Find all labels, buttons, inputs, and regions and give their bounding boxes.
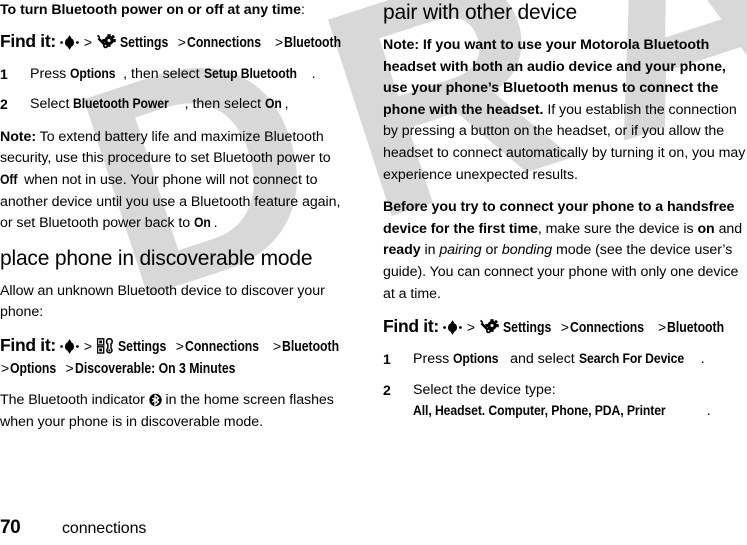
crumb-settings[interactable]: Settings bbox=[118, 337, 166, 358]
body-text: . bbox=[700, 351, 705, 368]
bluetooth-indicator-icon bbox=[148, 393, 162, 407]
crumb-separator: > bbox=[275, 33, 284, 50]
step-text: Press Options and select Search For Devi… bbox=[413, 349, 746, 371]
body-text: . bbox=[706, 403, 711, 420]
findit-label: Find it: bbox=[0, 334, 56, 355]
step-number: 2 bbox=[383, 381, 391, 398]
body-text: . bbox=[213, 215, 218, 232]
steps-list-right: 1 Press Options and select Search For De… bbox=[383, 349, 746, 423]
step-item: 1 Press Options , then select Setup Bluet… bbox=[0, 64, 353, 86]
body-text: , bbox=[284, 96, 289, 113]
emphasis-text: Note: bbox=[0, 128, 37, 145]
emphasis-text: ready bbox=[383, 242, 421, 259]
note-paragraph-right: Note: If you want to use your Motorola B… bbox=[383, 35, 746, 186]
crumb-separator: > bbox=[83, 33, 93, 50]
body-text: or bbox=[481, 242, 502, 259]
crumb-separator: > bbox=[65, 359, 74, 376]
ui-string[interactable]: Options bbox=[453, 349, 499, 371]
findit-line-1: Find it: > Settings >Connections >Blueto… bbox=[0, 31, 353, 54]
crumb-separator: > bbox=[466, 319, 476, 336]
crumb-bluetooth[interactable]: Bluetooth bbox=[284, 33, 341, 54]
crumb-bluetooth[interactable]: Bluetooth bbox=[282, 337, 339, 358]
step-number: 1 bbox=[0, 65, 8, 82]
discoverable-closing-paragraph: The Bluetooth indicator in the home scre… bbox=[0, 390, 353, 433]
ui-string[interactable]: On bbox=[194, 213, 211, 235]
settings-wrench-gear-icon bbox=[96, 33, 116, 50]
step-text: Press Options , then select Setup Bluetoo… bbox=[30, 64, 353, 86]
step-number: 1 bbox=[383, 351, 391, 368]
crumb-separator: > bbox=[560, 319, 569, 336]
crumb-separator: > bbox=[83, 337, 93, 354]
joystick-center-key-icon bbox=[60, 339, 79, 354]
crumb-connections[interactable]: Connections bbox=[187, 33, 261, 54]
body-text: To extend battery life and maximize Blue… bbox=[0, 128, 331, 167]
section-heading-pair: pair with other device bbox=[383, 1, 578, 24]
settings-box-wrench-icon bbox=[96, 337, 114, 354]
body-text: Select the device type: bbox=[413, 381, 556, 398]
ui-string[interactable]: Search For Device bbox=[579, 349, 684, 371]
joystick-center-key-icon bbox=[443, 320, 462, 335]
body-text: in bbox=[420, 242, 440, 259]
step-item: 2 Select the device type: All, Headset. … bbox=[383, 380, 746, 423]
intro-tail-text: : bbox=[300, 2, 305, 18]
crumb-separator: > bbox=[273, 337, 282, 354]
crumb-options[interactable]: Options bbox=[10, 359, 56, 380]
ui-string[interactable]: On bbox=[265, 94, 282, 116]
crumb-settings[interactable]: Settings bbox=[503, 318, 551, 339]
body-text: The Bluetooth indicator bbox=[0, 391, 149, 408]
findit-label: Find it: bbox=[0, 30, 56, 51]
crumb-separator: > bbox=[177, 33, 186, 50]
note-paragraph-left: Note: To extend battery life and maximiz… bbox=[0, 127, 353, 235]
crumb-separator: > bbox=[658, 319, 667, 336]
body-text: and select bbox=[506, 351, 579, 368]
joystick-center-key-icon bbox=[60, 34, 79, 50]
step-text: Select the device type: All, Headset. Co… bbox=[413, 380, 746, 423]
intro-paragraph: To turn Bluetooth power on or off at any… bbox=[0, 0, 353, 22]
italic-text: pairing bbox=[439, 242, 482, 259]
emphasis-text: on bbox=[697, 220, 715, 237]
crumb-settings[interactable]: Settings bbox=[120, 33, 168, 54]
body-text: , then select bbox=[123, 65, 204, 82]
crumb-discoverable[interactable]: Discoverable: On 3 Minutes bbox=[75, 359, 235, 380]
findit-line-3: Find it: > Settings >Connections >Blueto… bbox=[383, 316, 746, 339]
body-text: , make sure the device is bbox=[537, 220, 698, 237]
body-text: , then select bbox=[184, 96, 266, 113]
page-footer: 70 connections bbox=[0, 517, 146, 539]
body-text: Press bbox=[30, 65, 71, 82]
settings-wrench-gear-icon bbox=[479, 319, 499, 335]
italic-text: bonding bbox=[501, 242, 553, 259]
left-column: To turn Bluetooth power on or off at any… bbox=[0, 0, 373, 505]
crumb-separator: > bbox=[1, 359, 10, 376]
body-text: and bbox=[714, 220, 743, 237]
section-heading-discoverable: place phone in discoverable mode bbox=[0, 246, 313, 270]
before-connect-paragraph: Before you try to connect your phone to … bbox=[383, 197, 746, 305]
step-item: 1 Press Options and select Search For De… bbox=[383, 349, 746, 371]
discoverable-intro-paragraph: Allow an unknown Bluetooth device to dis… bbox=[0, 282, 325, 321]
findit-line-2: Find it: > Settings >Connections >Blueto… bbox=[0, 335, 353, 380]
step-number: 2 bbox=[0, 96, 8, 113]
body-text: when not in use. Your phone will not con… bbox=[0, 171, 341, 232]
page-section-name: connections bbox=[62, 520, 147, 537]
crumb-separator: > bbox=[175, 337, 184, 354]
ui-string[interactable]: Off bbox=[0, 170, 17, 192]
intro-bold-text: To turn Bluetooth power on or off at any… bbox=[0, 2, 301, 18]
two-column-layout: To turn Bluetooth power on or off at any… bbox=[0, 0, 747, 505]
crumb-connections[interactable]: Connections bbox=[185, 337, 259, 358]
body-text: Press bbox=[413, 351, 454, 368]
ui-string[interactable]: All, Headset. Computer, Phone, PDA, Prin… bbox=[413, 401, 666, 423]
right-column: pair with other device Note: If you want… bbox=[373, 0, 746, 505]
manual-page: To turn Bluetooth power on or off at any… bbox=[0, 0, 747, 545]
step-text: Select Bluetooth Power , then select On, bbox=[30, 94, 353, 116]
step-item: 2 Select Bluetooth Power , then select On… bbox=[0, 94, 353, 116]
ui-string[interactable]: Bluetooth Power bbox=[73, 94, 169, 116]
page-number: 70 bbox=[0, 517, 21, 538]
ui-string[interactable]: Options bbox=[70, 64, 116, 86]
findit-label: Find it: bbox=[383, 316, 439, 337]
crumb-connections[interactable]: Connections bbox=[570, 318, 644, 339]
body-text: Select bbox=[30, 96, 74, 113]
steps-list-left: 1 Press Options , then select Setup Bluet… bbox=[0, 64, 353, 116]
crumb-bluetooth[interactable]: Bluetooth bbox=[667, 318, 724, 339]
ui-string[interactable]: Setup Bluetooth bbox=[204, 64, 297, 86]
body-text: . bbox=[311, 65, 316, 82]
